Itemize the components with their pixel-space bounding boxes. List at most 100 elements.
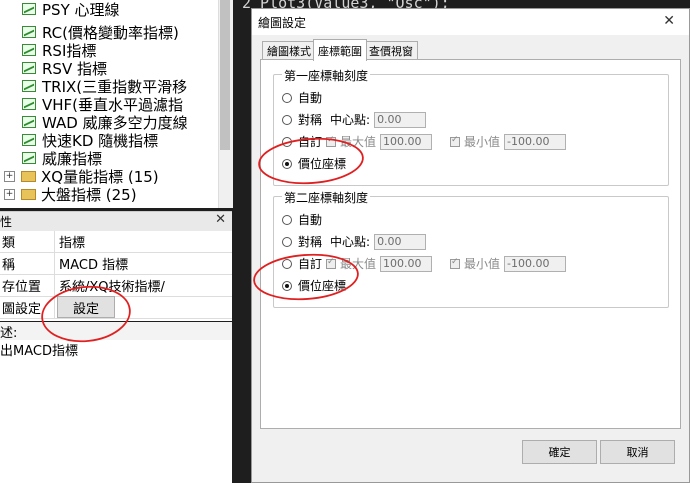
property-key: 存位置	[0, 275, 55, 296]
description-label: 述:	[0, 322, 232, 341]
indicator-icon	[22, 80, 36, 92]
radio-label: 對稱	[298, 235, 323, 249]
indicator-icon	[22, 62, 36, 74]
center-field[interactable]: 0.00	[374, 111, 427, 128]
properties-grid: 類指標 稱 MACD 指標 存位置 系統/XQ技術指標/ 圖設定	[0, 231, 232, 321]
expand-icon[interactable]: +	[4, 170, 15, 182]
folder-icon	[21, 188, 36, 200]
radio-auto[interactable]: 自動	[282, 89, 322, 106]
property-key: 類	[0, 231, 55, 252]
expand-icon[interactable]: +	[4, 188, 15, 200]
indicator-icon	[22, 26, 36, 38]
radio-price[interactable]: 價位座標	[282, 155, 346, 172]
indicator-icon	[22, 98, 36, 110]
properties-header: 性 ✕	[0, 211, 232, 232]
min-field[interactable]: -100.00	[504, 133, 567, 150]
property-key: 稱	[0, 253, 55, 274]
min-checkbox[interactable]	[450, 135, 461, 147]
radio-custom[interactable]: 自訂 最大值100.00 最小值-100.00	[282, 133, 567, 150]
radio-icon[interactable]	[282, 258, 292, 269]
tree-item[interactable]: PSY 心理線	[22, 0, 120, 19]
indicator-tree[interactable]: PSY 心理線 RC(價格變動率指標) RSI指標 RSV 指標 TRIX(三重…	[0, 0, 232, 208]
radio-icon[interactable]	[282, 236, 292, 247]
tab-plot-style[interactable]: 繪圖樣式	[262, 41, 316, 60]
radio-icon[interactable]	[282, 114, 292, 125]
max-label: 最大值	[340, 135, 377, 149]
property-value: MACD 指標	[59, 258, 129, 273]
center-label: 中心點:	[330, 235, 371, 249]
tab-axis-range[interactable]: 座標範圍	[313, 39, 367, 61]
properties-title: 性	[0, 215, 13, 229]
property-row: 稱 MACD 指標	[0, 253, 232, 275]
min-label: 最小值	[464, 257, 501, 271]
cancel-button[interactable]: 取消	[600, 440, 675, 464]
indicator-icon	[22, 44, 36, 56]
radio-icon[interactable]	[282, 214, 292, 225]
max-checkbox[interactable]	[326, 257, 337, 269]
max-checkbox[interactable]	[326, 135, 337, 147]
tree-scrollbar-thumb[interactable]	[220, 0, 230, 150]
radio-icon[interactable]	[282, 136, 292, 147]
tree-item[interactable]: RSI指標	[22, 41, 96, 60]
dialog-titlebar: 繪圖設定 ✕	[252, 9, 689, 35]
max-field[interactable]: 100.00	[380, 255, 433, 272]
close-icon[interactable]: ✕	[663, 13, 675, 29]
folder-icon	[21, 170, 36, 182]
tree-item[interactable]: RC(價格變動率指標)	[22, 23, 179, 42]
property-value: 系統/XQ技術指標/	[59, 280, 165, 295]
radio-label: 對稱	[298, 113, 323, 127]
group-title: 第二座標軸刻度	[282, 189, 371, 206]
radio-label: 自訂	[298, 257, 323, 271]
axis-range-panel: 第一座標軸刻度 自動 對稱中心點:0.00 自訂最大值100.00最小值-100…	[260, 59, 681, 429]
center-field[interactable]: 0.00	[374, 233, 427, 250]
second-axis-group: 第二座標軸刻度 自動 對稱中心點:0.00 自訂 最大值100.00 最小值-100…	[273, 189, 669, 308]
indicator-icon	[22, 3, 36, 15]
tree-item[interactable]: VHF(垂直水平過濾指	[22, 95, 183, 114]
description-box: 出MACD指標	[0, 340, 232, 483]
radio-price[interactable]: 價位座標	[282, 277, 346, 294]
min-label: 最小值	[464, 135, 501, 149]
tree-item[interactable]: RSV 指標	[22, 59, 107, 78]
tree-item[interactable]: 威廉指標	[22, 149, 102, 168]
tree-folder[interactable]: + 大盤指標 (25)	[4, 185, 137, 204]
tab-quote-window[interactable]: 查價視窗	[364, 41, 418, 60]
description-text: 出MACD指標	[0, 344, 78, 359]
tree-item[interactable]: 快速KD 隨機指標	[22, 131, 158, 150]
center-label: 中心點:	[330, 113, 371, 127]
max-field[interactable]: 100.00	[380, 133, 433, 150]
property-value: 指標	[59, 236, 86, 251]
settings-button[interactable]: 設定	[57, 296, 115, 318]
radio-selected-icon[interactable]	[282, 280, 292, 291]
tree-folder-label: 大盤指標 (25)	[41, 185, 137, 204]
radio-label: 自訂	[298, 135, 323, 149]
tree-item[interactable]: WAD 威廉多空力度線	[22, 113, 188, 132]
ok-button[interactable]: 確定	[522, 440, 597, 464]
property-row: 圖設定	[0, 297, 232, 319]
radio-icon[interactable]	[282, 92, 292, 103]
tree-folder[interactable]: + XQ量能指標 (15)	[4, 167, 159, 186]
close-icon[interactable]: ✕	[215, 212, 226, 227]
dialog-title: 繪圖設定	[258, 15, 307, 30]
property-row: 類指標	[0, 231, 232, 253]
group-title: 第一座標軸刻度	[282, 67, 371, 84]
radio-label: 價位座標	[298, 157, 347, 171]
indicator-icon	[22, 152, 36, 164]
radio-auto[interactable]: 自動	[282, 211, 322, 228]
radio-symmetric[interactable]: 對稱 中心點: 0.00	[282, 111, 427, 128]
property-row: 存位置 系統/XQ技術指標/	[0, 275, 232, 297]
radio-custom[interactable]: 自訂 最大值100.00 最小值-100.00	[282, 255, 567, 272]
indicator-icon	[22, 134, 36, 146]
radio-selected-icon[interactable]	[282, 158, 292, 169]
radio-symmetric[interactable]: 對稱 中心點: 0.00	[282, 233, 427, 250]
radio-label: 自動	[298, 91, 323, 105]
min-field[interactable]: -100.00	[504, 255, 567, 272]
indicator-icon	[22, 116, 36, 128]
tree-item[interactable]: TRIX(三重指數平滑移	[22, 77, 187, 96]
radio-label: 自動	[298, 213, 323, 227]
property-key: 圖設定	[0, 297, 55, 318]
plot-settings-dialog: 繪圖設定 ✕ 繪圖樣式 座標範圍 查價視窗 第一座標軸刻度 自動 對稱 中心點: 0…	[251, 8, 690, 483]
min-checkbox[interactable]	[450, 257, 461, 269]
first-axis-group: 第一座標軸刻度 自動 對稱中心點:0.00 自訂 最大值100.00 最小值-100…	[273, 67, 669, 186]
radio-label: 價位座標	[298, 279, 347, 293]
max-label: 最大值	[340, 257, 377, 271]
